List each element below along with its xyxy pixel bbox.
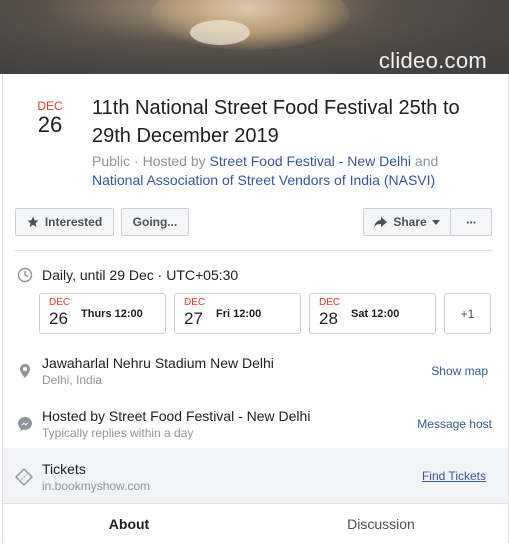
event-day: 26	[37, 112, 63, 137]
tickets-label: Tickets	[42, 461, 86, 477]
date-card-day: 26	[49, 309, 68, 328]
going-label: Going...	[132, 215, 178, 229]
star-icon	[27, 216, 39, 227]
going-button[interactable]: Going...	[121, 208, 189, 236]
messenger-icon	[18, 417, 32, 431]
date-card[interactable]: DEC 26 Thurs 12:00	[39, 293, 166, 334]
date-card-month: DEC	[49, 297, 71, 308]
find-tickets-link[interactable]: Find Tickets	[422, 469, 486, 483]
cover-photo: clideo.com	[0, 0, 509, 74]
share-label: Share	[393, 215, 427, 229]
watermark: clideo.com	[378, 48, 487, 73]
share-button[interactable]: Share	[363, 208, 451, 236]
event-title: 11th National Street Food Festival 25th …	[92, 97, 460, 147]
more-dates-label: +1	[460, 306, 475, 321]
location-name[interactable]: Jawaharlal Nehru Stadium New Delhi	[42, 355, 274, 371]
location-city: Delhi, India	[42, 373, 103, 387]
clock-icon	[17, 267, 33, 283]
host-and: and	[411, 153, 439, 169]
date-card[interactable]: DEC 28 Sat 12:00	[309, 293, 436, 334]
date-card-time: Thurs 12:00	[81, 308, 143, 320]
date-card[interactable]: DEC 27 Fri 12:00	[174, 293, 301, 334]
host-name[interactable]: Hosted by Street Food Festival - New Del…	[42, 408, 310, 424]
chevron-down-icon	[431, 219, 440, 225]
share-arrow-icon	[374, 216, 388, 228]
event-host-line: Public · Hosted by Street Food Festival …	[92, 152, 492, 190]
event-month: DEC	[37, 99, 63, 113]
cover-food-highlight	[150, 0, 350, 50]
date-card-time: Sat 12:00	[351, 308, 400, 320]
host-link-2[interactable]: National Association of Street Vendors o…	[92, 172, 435, 188]
interested-button[interactable]: Interested	[15, 208, 114, 236]
date-card-month: DEC	[319, 297, 341, 308]
schedule-summary: Daily, until 29 Dec · UTC+05:30	[42, 267, 239, 283]
host-reply-time: Typically replies within a day	[42, 426, 194, 440]
date-card-day: 27	[184, 309, 203, 328]
tickets-site: in.bookmyshow.com	[42, 479, 151, 493]
interested-label: Interested	[44, 215, 103, 229]
message-host-link[interactable]: Message host	[417, 417, 492, 431]
event-panel: DEC 26 11th National Street Food Festiva…	[2, 74, 509, 543]
ticket-icon	[15, 468, 33, 486]
cover-food-crumbs	[190, 20, 250, 45]
tickets-row: Tickets in.bookmyshow.com Find Tickets	[3, 448, 508, 503]
event-date-box: DEC 26	[33, 99, 67, 137]
divider	[15, 250, 493, 251]
show-map-link[interactable]: Show map	[431, 364, 488, 378]
more-options-icon: ···	[466, 214, 477, 230]
more-options-button[interactable]: ···	[450, 208, 492, 236]
more-dates-button[interactable]: +1	[444, 293, 491, 334]
privacy-label: Public	[92, 153, 131, 169]
location-pin-icon	[20, 364, 30, 378]
tab-discussion[interactable]: Discussion	[255, 504, 507, 544]
date-card-day: 28	[319, 309, 338, 328]
tab-about[interactable]: About	[3, 504, 255, 544]
date-card-month: DEC	[184, 297, 206, 308]
host-link-1[interactable]: Street Food Festival - New Delhi	[210, 153, 412, 169]
hosted-by-prefix: · Hosted by	[130, 153, 210, 169]
event-tabs: About Discussion	[3, 503, 508, 544]
date-card-time: Fri 12:00	[216, 308, 262, 320]
